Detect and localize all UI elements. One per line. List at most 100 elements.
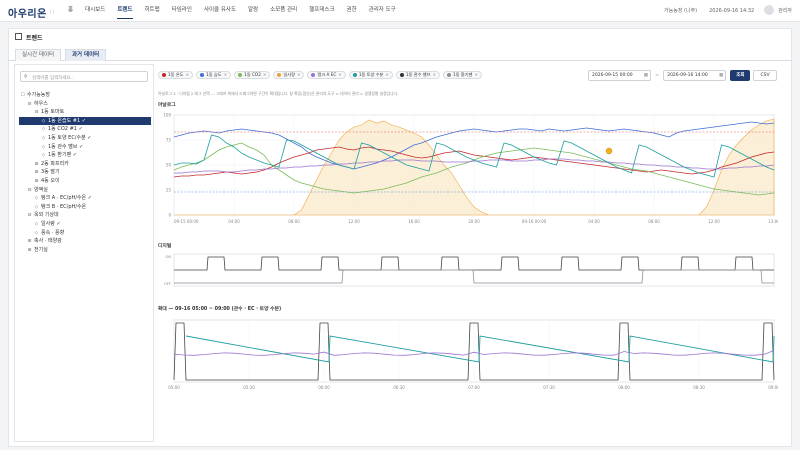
tree-node[interactable]: ⊞ 2동 파프리카 (19, 160, 151, 169)
tree-node-label: 일사량 ✓ (41, 220, 61, 227)
user-name[interactable]: 관리자 (778, 7, 792, 14)
csv-export-button[interactable]: CSV (753, 70, 777, 81)
tag-tree-panel: ⚲ 검색어를 입력하세요.. ☐ 수가능농장 ⊟ 하우스 ⊟ 1동 토마토 ◇ 1동 온습도 … (14, 64, 154, 442)
tree-node-label: 탱크 B · EC/pH/수온 (41, 203, 87, 210)
date-to-input[interactable]: 2026-09-16 14:00 ▦ (663, 70, 727, 81)
tree-node[interactable]: ◇ 1동 환기팬 ✓ (19, 151, 151, 160)
digital-chart[interactable]: ON OFF (158, 250, 778, 290)
y-tick-label: 100 (163, 113, 171, 118)
remove-tag-icon[interactable]: × (385, 71, 389, 78)
tree-node[interactable]: ☐ 수가능농장 (19, 91, 151, 100)
x-tick-label: 07:00 (468, 385, 480, 390)
tag-chip[interactable]: 1동 습도 × (196, 71, 232, 79)
nav-item[interactable]: 관리자 도구 (369, 6, 396, 19)
x-tick-label: 06:00 (318, 385, 330, 390)
tree-node[interactable]: ⊟ 양액실 (19, 186, 151, 195)
tree-node-label: 3동 딸기 (41, 169, 60, 176)
tree-node[interactable]: ◇ 탱크 B · EC/pH/수온 (19, 203, 151, 212)
title-checkbox[interactable] (15, 33, 22, 40)
tree-node[interactable]: ◇ 1동 CO2 #1 ✓ (19, 125, 151, 134)
tree-node[interactable]: ⊞ 전기실 (19, 246, 151, 255)
data-tabs: 실시간 데이터 과거 데이터 (8, 44, 792, 61)
tree-node[interactable]: ⊞ 4동 오이 (19, 177, 151, 186)
remove-tag-icon[interactable]: × (224, 71, 228, 78)
tree-node[interactable]: ◇ 1동 토양 EC/수분 ✓ (19, 134, 151, 143)
tree-toggle-icon[interactable]: ⊞ (27, 247, 32, 256)
y-tick-label: 50 (166, 163, 172, 168)
nav-item[interactable]: 타임라인 (172, 6, 192, 19)
remove-tag-icon[interactable]: × (338, 71, 342, 78)
tree-node[interactable]: ◇ 일사량 ✓ (19, 220, 151, 229)
x-tick-label: 08:00 (618, 385, 630, 390)
nav-item[interactable]: 트렌드 (117, 6, 133, 19)
tree-node-label: 옥외 기상대 (34, 212, 59, 219)
tag-chip[interactable]: 1동 CO2 × (234, 71, 271, 79)
tree-node[interactable]: ◇ 1동 온습도 #1 ✓ (19, 116, 151, 126)
nav-item[interactable]: 홈 (68, 6, 73, 19)
remove-tag-icon[interactable]: × (433, 71, 437, 78)
date-from-input[interactable]: 2026-09-15 00:00 ▦ (588, 70, 651, 81)
tag-chip[interactable]: 1동 환기팬 × (443, 71, 482, 79)
tree-node[interactable]: ◇ 풍속 · 풍향 (19, 229, 151, 238)
tree-node-label: 하우스 (34, 100, 48, 107)
nav-item[interactable]: 대시보드 (85, 6, 105, 19)
zoom-chart[interactable]: 05:00 05:30 06:00 06:30 07:00 07:30 08:00 08:30… (158, 316, 778, 396)
x-tick-label: 06:30 (393, 385, 405, 390)
remove-tag-icon[interactable]: × (297, 71, 301, 78)
tree-node[interactable]: ⊞ 3동 딸기 (19, 168, 151, 177)
series-color-dot (311, 73, 316, 77)
remove-tag-icon[interactable]: × (186, 71, 190, 78)
x-tick-label: 05:00 (168, 385, 180, 390)
search-button[interactable]: 조회 (730, 70, 751, 81)
series-color-dot (447, 73, 452, 77)
analog-chart[interactable]: 100 75 50 25 009-15 00:00 04:00 08:00 12:00 16:0… (158, 109, 778, 231)
x-tick-label: 13:00 (768, 219, 778, 224)
tree-node[interactable]: ◇ 1동 관수 밸브 ✓ (19, 143, 151, 152)
trend-panel: 1동 온도 × 1동 습도 × 1동 CO2 × 일사량 × 탱크 A EC × 1동 토양 수분 ×… (158, 64, 786, 442)
nav-item[interactable]: 헬프데스크 (309, 6, 334, 19)
tag-chip-label: 1동 온도 (168, 72, 184, 78)
tree-node[interactable]: ⊟ 하우스 (19, 100, 151, 109)
tree-node-label: 1동 토양 EC/수분 ✓ (48, 134, 92, 141)
nav-item[interactable]: 사이클 유사도 (204, 6, 236, 19)
farm-selector[interactable]: 가능농장 (나주) (664, 7, 697, 14)
remove-tag-icon[interactable]: × (263, 71, 267, 78)
tag-chip[interactable]: 1동 온도 × (158, 71, 194, 79)
tab-item[interactable]: 실시간 데이터 (15, 49, 62, 61)
nav-item[interactable]: 히트맵 (145, 6, 160, 19)
x-tick-label: 08:00 (288, 219, 300, 224)
remove-tag-icon[interactable]: × (474, 71, 478, 78)
app-logo[interactable]: 아우리온 (8, 5, 47, 20)
tag-chip[interactable]: 1동 토양 수분 × (348, 71, 393, 79)
tree-node-label: 4동 오이 (41, 177, 60, 184)
zoom-chart-title: 확대 — 09-16 05:00 ~ 09:00 (관수 · EC · 토양 수… (158, 307, 282, 312)
date-from-value: 2026-09-15 00:00 (592, 73, 633, 78)
search-placeholder: 검색어를 입력하세요.. (32, 75, 74, 81)
tag-chip[interactable]: 일사량 × (273, 71, 305, 79)
nav-item[interactable]: 소모품 관리 (270, 6, 297, 19)
tree-node-label: 2동 파프리카 (41, 160, 69, 167)
user-avatar[interactable] (764, 5, 775, 15)
x-tick-label: 16:00 (408, 219, 420, 224)
hover-marker (605, 147, 613, 155)
nav-item[interactable]: 권한 (347, 6, 357, 19)
x-tick-label: 20:00 (468, 219, 480, 224)
nav-item[interactable]: 알람 (248, 6, 258, 19)
usage-hint: 아날로그 3 · 디지털 2 태그 선택 — 그래프 위에서 드래그하면 구간이… (158, 91, 399, 96)
x-tick-label: 12:00 (348, 219, 360, 224)
tree-node[interactable]: ⊟ 1동 토마토 (19, 108, 151, 117)
series-color-dot (200, 73, 205, 77)
tree-search-input[interactable]: ⚲ 검색어를 입력하세요.. (20, 71, 148, 82)
tree-node-label: 축사 · 태양광 (34, 238, 62, 245)
tree-node[interactable]: ⊞ 축사 · 태양광 (19, 237, 151, 246)
date-to-value: 2026-09-16 14:00 (667, 73, 708, 78)
date-range-separator: ~ (655, 72, 660, 79)
tree-node-label: 수가능농장 (27, 92, 51, 98)
tab-item[interactable]: 과거 데이터 (65, 49, 107, 61)
logo-subtitle: | | (50, 9, 54, 14)
tag-chip[interactable]: 1동 관수 밸브 × (395, 71, 441, 79)
tree-node[interactable]: ◇ 탱크 A · EC/pH/수온 ✓ (19, 194, 151, 203)
tree-node[interactable]: ⊟ 옥외 기상대 (19, 211, 151, 220)
tree-node-label: 탱크 A · EC/pH/수온 ✓ (41, 195, 92, 202)
tag-chip[interactable]: 탱크 A EC × (307, 71, 346, 79)
